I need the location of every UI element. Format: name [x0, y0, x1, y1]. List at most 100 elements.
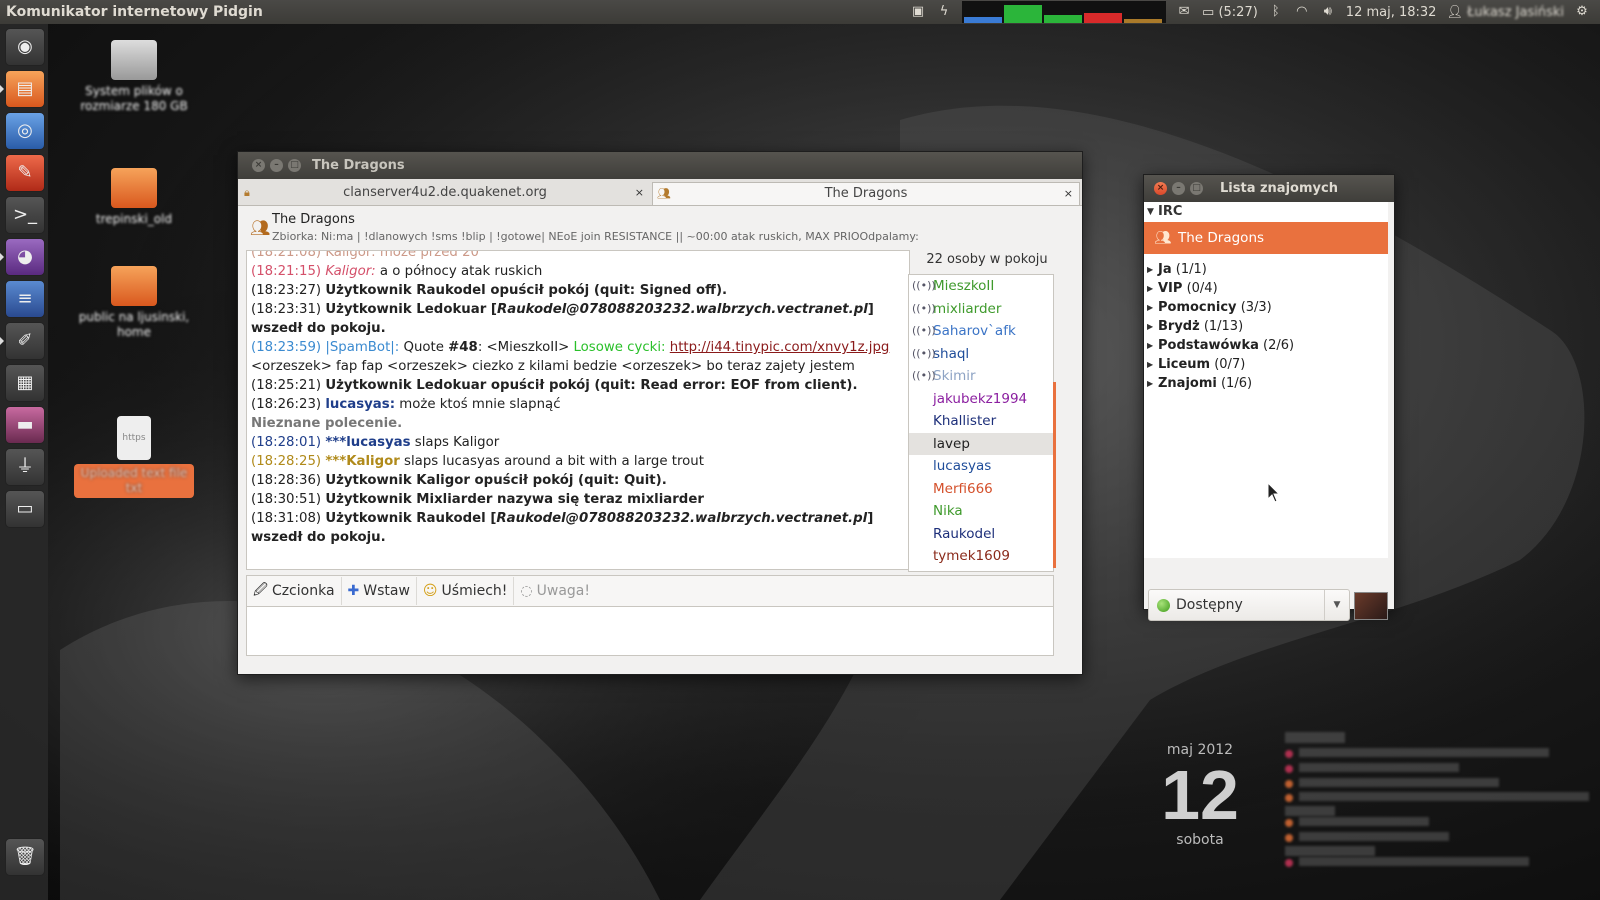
userlist-item[interactable]: jakubekz1994 [909, 388, 1053, 411]
buddy-group[interactable]: ▶ Brydż (1/13) [1144, 317, 1388, 336]
status-selector[interactable]: Dostępny ▼ [1148, 589, 1350, 621]
desktop-icon-folder-old[interactable]: trepinski_old [74, 168, 194, 227]
buddy-group[interactable]: ▶ Liceum (0/7) [1144, 355, 1388, 374]
minimize-icon[interactable]: – [1172, 182, 1185, 195]
message: Losowe cycki: [573, 340, 666, 355]
insert-button[interactable]: ✚ Wstaw [342, 577, 417, 605]
maximize-icon[interactable]: □ [1190, 182, 1203, 195]
user-nick: MieszkoII [933, 278, 995, 294]
room-topic[interactable]: Zbiorka: Ni:ma | !dlanowych !sms !blip |… [272, 230, 922, 243]
avatar[interactable] [1354, 592, 1388, 620]
tab-close-icon[interactable]: × [635, 182, 644, 204]
userlist-item[interactable]: Merfi666 [909, 478, 1053, 501]
mail-icon[interactable]: ✉ [1176, 4, 1192, 20]
terminal-icon[interactable]: >_ [5, 196, 45, 234]
buddy-group[interactable]: ▶ Znajomi (1/6) [1144, 374, 1388, 393]
clock[interactable]: 12 maj, 18:32 [1346, 5, 1437, 20]
expand-arrow-icon[interactable]: ▶ [1147, 260, 1153, 279]
tab-close-icon[interactable]: × [1064, 183, 1073, 205]
power-bolt-icon[interactable]: ϟ [936, 4, 952, 20]
nick: ***lucasyas [325, 435, 411, 450]
insert-button-label: Wstaw [363, 583, 410, 599]
tab-server[interactable]: 🔒︎ clanserver4u2.de.quakenet.org × [240, 182, 650, 204]
pidgin-icon[interactable]: ◕ [0, 238, 45, 276]
userlist-item[interactable]: ((•)) Skimir [909, 365, 1053, 388]
desktop-icon-public-share[interactable]: public na ljusinski, home [74, 266, 194, 340]
settings-icon[interactable]: ✎ [5, 154, 45, 192]
buddy-chat-the-dragons[interactable]: 👥︎ The Dragons [1144, 222, 1388, 254]
close-icon[interactable]: × [1154, 182, 1167, 195]
room-name: The Dragons [272, 212, 355, 227]
user-nick: lucasyas [933, 458, 992, 474]
scanner-icon[interactable]: ▭ [5, 490, 45, 528]
volume-icon[interactable]: 🔊︎ [1320, 4, 1336, 20]
timestamp: (18:23:31) [251, 302, 322, 317]
expand-arrow-icon[interactable]: ▶ [1147, 336, 1153, 355]
dash-icon[interactable]: ◉ [5, 28, 45, 66]
account-group-irc[interactable]: ▼ IRC [1144, 202, 1388, 222]
conversation-tabs: 🔒︎ clanserver4u2.de.quakenet.org × 👥︎ Th… [238, 179, 1082, 206]
usb-icon[interactable]: ⏚ [5, 448, 45, 486]
notes-indicator-icon[interactable]: ▣ [910, 4, 926, 20]
system-tray: ▣ ϟ ✉ ▭ (5:27) ᛒ ◠ 🔊︎ 12 maj, 18:32 👤︎ Ł… [910, 0, 1600, 24]
userlist-item[interactable]: Khallister [909, 410, 1053, 433]
userlist-item[interactable]: ((•)) MieszkoII [909, 275, 1053, 298]
user-menu[interactable]: 👤︎ Łukasz Jasiński [1446, 5, 1564, 20]
tab-the-dragons[interactable]: 👥︎ The Dragons × [652, 182, 1080, 205]
expand-arrow-icon[interactable]: ▶ [1147, 317, 1153, 336]
user-name: Łukasz Jasiński [1467, 4, 1564, 20]
expand-arrow-icon[interactable]: ▶ [1147, 355, 1153, 374]
buddy-group[interactable]: ▶ VIP (0/4) [1144, 279, 1388, 298]
battery-indicator[interactable]: ▭ (5:27) [1202, 5, 1258, 20]
window-icon[interactable]: ▦ [5, 364, 45, 402]
buddy-group[interactable]: ▶ Ja (1/1) [1144, 260, 1388, 279]
message-input[interactable] [246, 606, 1054, 656]
chevron-down-icon[interactable]: ▼ [1324, 590, 1349, 620]
userlist-item[interactable]: lavep [909, 432, 1053, 455]
userlist-item[interactable]: lucasyas [909, 455, 1053, 478]
operator-icon: ((•)) [912, 324, 936, 337]
photo-icon[interactable]: ▬ [5, 406, 45, 444]
chat-room-label: The Dragons [1178, 230, 1265, 246]
expand-arrow-icon[interactable]: ▶ [1147, 298, 1153, 317]
smiley-button[interactable]: ☺ Uśmiech! [417, 577, 515, 605]
userlist-scrollbar[interactable] [1053, 382, 1056, 568]
chat-log[interactable]: (18:21:08) Kaligor: może przed 20 (18:21… [246, 250, 910, 570]
close-icon[interactable]: × [252, 159, 265, 172]
trash-icon[interactable]: 🗑︎ [5, 838, 45, 876]
gear-icon[interactable]: ⚙ [1574, 4, 1590, 20]
userlist[interactable]: ((•)) MieszkoII ((•)) mixliarder ((•)) Saharo… [908, 274, 1054, 572]
system-load-graph[interactable] [962, 1, 1167, 23]
timestamp: (18:25:21) [251, 378, 322, 393]
attention-button[interactable]: ◌ Uwaga! [514, 577, 596, 605]
userlist-item[interactable]: ((•)) mixliarder [909, 298, 1053, 321]
userlist-item[interactable]: ((•)) shaql [909, 343, 1053, 366]
chromium-icon[interactable]: ◎ [5, 112, 45, 150]
buddy-group[interactable]: ▶ Pomocnicy (3/3) [1144, 298, 1388, 317]
chat-window-titlebar[interactable]: × – □ The Dragons [238, 152, 1082, 179]
userlist-item[interactable]: ((•)) Saharov`afk [909, 320, 1053, 343]
userlist-item[interactable]: Raukodel [909, 523, 1053, 546]
nick: Kaligor: [325, 264, 376, 279]
writer-icon[interactable]: ≡ [5, 280, 45, 318]
files-icon[interactable]: ▤ [0, 70, 45, 108]
maximize-icon[interactable]: □ [288, 159, 301, 172]
folder-icon [111, 168, 157, 208]
buddy-list-titlebar[interactable]: × – □ Lista znajomych [1144, 175, 1394, 202]
desktop-icon-text-file[interactable]: https Uploaded text file txt [74, 416, 194, 498]
wifi-icon[interactable]: ◠ [1294, 4, 1310, 20]
expand-arrow-icon[interactable]: ▶ [1147, 374, 1153, 393]
timestamp: (18:30:51) [251, 492, 322, 507]
text-editor-icon[interactable]: ✐ [0, 322, 45, 360]
buddy-group[interactable]: ▶ Podstawówka (2/6) [1144, 336, 1388, 355]
userlist-item[interactable]: tymek1609 [909, 545, 1053, 568]
expand-arrow-icon[interactable]: ▶ [1147, 279, 1153, 298]
message-link[interactable]: http://i44.tinypic.com/xnvy1z.jpg [670, 340, 890, 355]
userlist-item[interactable]: Nika [909, 500, 1053, 523]
minimize-icon[interactable]: – [270, 159, 283, 172]
desktop-icon-filesystem[interactable]: System plików o rozmiarze 180 GB [74, 40, 194, 114]
group-name: Znajomi [1158, 376, 1217, 391]
bluetooth-icon[interactable]: ᛒ [1268, 4, 1284, 20]
group-name: Liceum [1158, 357, 1211, 372]
font-button[interactable]: 🖉︎ Czcionka [247, 577, 342, 605]
